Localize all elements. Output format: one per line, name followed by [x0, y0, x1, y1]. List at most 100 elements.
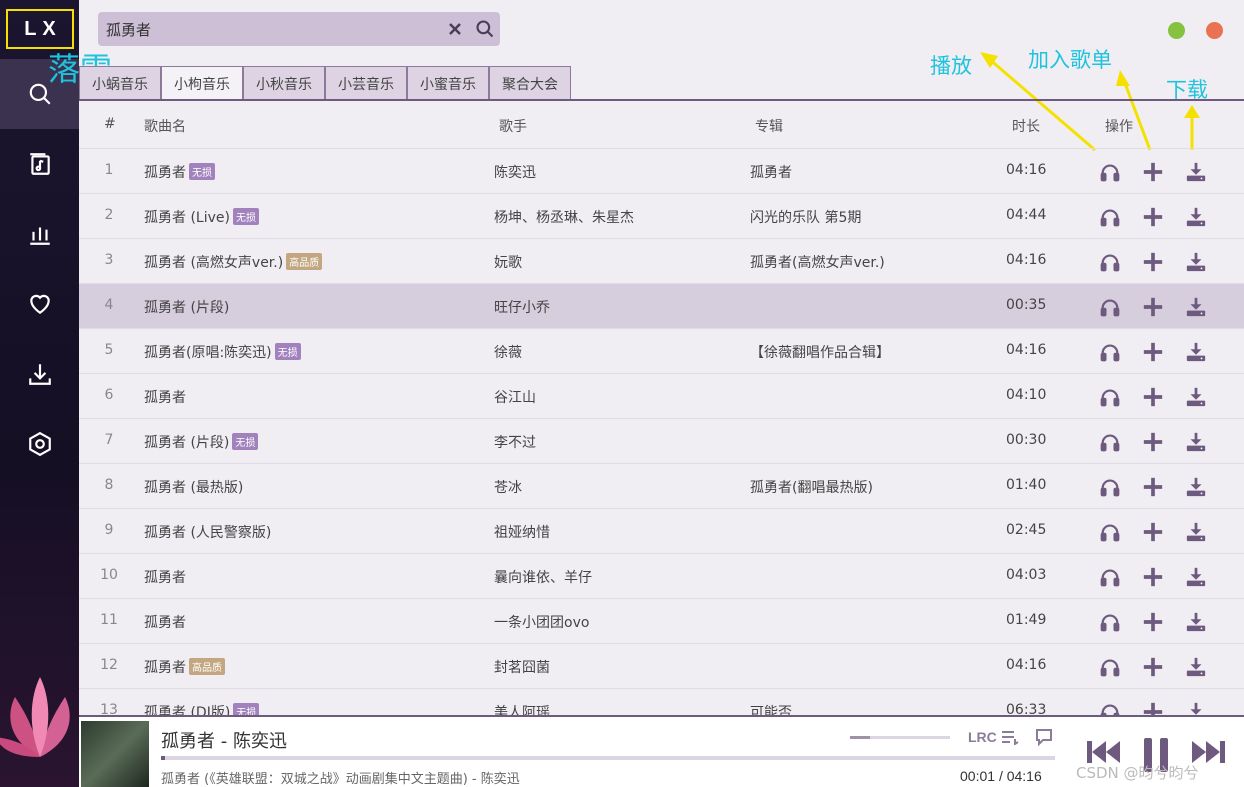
- table-row[interactable]: 4 孤勇者 (片段) 旺仔小乔 00:35: [79, 284, 1244, 329]
- close-window-button[interactable]: [1206, 22, 1223, 39]
- play-button[interactable]: [1099, 161, 1121, 187]
- plus-icon: [1143, 477, 1163, 497]
- play-button[interactable]: [1099, 251, 1121, 277]
- table-row[interactable]: 10 孤勇者 曩向谁依、羊仔 04:03: [79, 554, 1244, 599]
- play-button[interactable]: [1099, 656, 1121, 682]
- lrc-button[interactable]: LRC: [968, 729, 997, 745]
- search-input[interactable]: [98, 12, 440, 46]
- download-button[interactable]: [1185, 431, 1207, 457]
- download-icon: [1186, 567, 1206, 587]
- add-to-playlist-button[interactable]: [1142, 476, 1164, 502]
- play-button[interactable]: [1099, 296, 1121, 322]
- album-cell: 【徐薇翻唱作品合辑】: [750, 345, 890, 361]
- playlist-icon[interactable]: [1001, 729, 1019, 745]
- duration-cell: 04:10: [1006, 387, 1047, 403]
- add-to-playlist-button[interactable]: [1142, 701, 1164, 715]
- download-icon: [1186, 252, 1206, 272]
- table-row[interactable]: 13 孤勇者 (DJ版) 无损 美人阿瑶 可能否 06:33: [79, 689, 1244, 715]
- volume-slider[interactable]: [850, 736, 950, 739]
- minimize-button[interactable]: [1168, 22, 1185, 39]
- add-to-playlist-button[interactable]: [1142, 161, 1164, 187]
- play-button[interactable]: [1099, 206, 1121, 232]
- download-button[interactable]: [1185, 566, 1207, 592]
- table-row[interactable]: 1 孤勇者 无损 陈奕迅 孤勇者 04:16: [79, 149, 1244, 194]
- tab-source-5[interactable]: 聚合大会: [489, 66, 571, 100]
- table-row[interactable]: 2 孤勇者 (Live) 无损 杨坤、杨丞琳、朱星杰 闪光的乐队 第5期 04:44: [79, 194, 1244, 239]
- song-name: 孤勇者 (高燃女声ver.): [144, 255, 284, 271]
- play-button[interactable]: [1099, 431, 1121, 457]
- row-number: 12: [100, 657, 118, 673]
- quality-badge: 无损: [232, 433, 259, 450]
- play-button[interactable]: [1099, 701, 1121, 715]
- header-album: 专辑: [755, 119, 783, 135]
- download-button[interactable]: [1185, 386, 1207, 412]
- table-row[interactable]: 8 孤勇者 (最热版) 苍冰 孤勇者(翻唱最热版) 01:40: [79, 464, 1244, 509]
- headphones-icon: [1100, 434, 1120, 452]
- search-button[interactable]: [470, 12, 500, 46]
- add-to-playlist-button[interactable]: [1142, 521, 1164, 547]
- play-button[interactable]: [1099, 476, 1121, 502]
- add-to-playlist-button[interactable]: [1142, 386, 1164, 412]
- table-row[interactable]: 3 孤勇者 (高燃女声ver.) 高品质 妧歌 孤勇者(高燃女声ver.) 04:16: [79, 239, 1244, 284]
- play-button[interactable]: [1099, 566, 1121, 592]
- sidebar-item-settings[interactable]: [0, 409, 79, 479]
- add-to-playlist-button[interactable]: [1142, 251, 1164, 277]
- table-row[interactable]: 11 孤勇者 一条小团团ovo 01:49: [79, 599, 1244, 644]
- download-button[interactable]: [1185, 476, 1207, 502]
- download-icon: [1186, 477, 1206, 497]
- sidebar-item-favorites[interactable]: [0, 269, 79, 339]
- plus-icon: [1143, 612, 1163, 632]
- tab-source-2[interactable]: 小秋音乐: [243, 66, 325, 100]
- add-to-playlist-button[interactable]: [1142, 431, 1164, 457]
- add-to-playlist-button[interactable]: [1142, 611, 1164, 637]
- download-button[interactable]: [1185, 701, 1207, 715]
- artist-cell: 曩向谁依、羊仔: [494, 570, 592, 586]
- download-button[interactable]: [1185, 296, 1207, 322]
- table-row[interactable]: 6 孤勇者 谷江山 04:10: [79, 374, 1244, 419]
- headphones-icon: [1100, 614, 1120, 632]
- download-button[interactable]: [1185, 656, 1207, 682]
- tab-source-1[interactable]: 小枸音乐: [161, 66, 243, 100]
- tab-source-0[interactable]: 小蜗音乐: [79, 66, 161, 100]
- sidebar-item-downloads[interactable]: [0, 339, 79, 409]
- album-cell: 可能否: [750, 705, 792, 715]
- play-button[interactable]: [1099, 386, 1121, 412]
- play-button[interactable]: [1099, 341, 1121, 367]
- add-to-playlist-button[interactable]: [1142, 566, 1164, 592]
- play-button[interactable]: [1099, 521, 1121, 547]
- download-button[interactable]: [1185, 161, 1207, 187]
- row-actions: [1099, 476, 1207, 502]
- download-icon: [1186, 432, 1206, 452]
- download-button[interactable]: [1185, 251, 1207, 277]
- row-actions: [1099, 296, 1207, 322]
- clear-search-button[interactable]: [440, 12, 470, 46]
- row-number: 5: [104, 342, 114, 358]
- album-cell: 闪光的乐队 第5期: [750, 210, 862, 226]
- download-button[interactable]: [1185, 206, 1207, 232]
- add-to-playlist-button[interactable]: [1142, 656, 1164, 682]
- song-name-cell: 孤勇者: [144, 612, 186, 632]
- duration-cell: 01:40: [1006, 477, 1047, 493]
- download-button[interactable]: [1185, 521, 1207, 547]
- play-button[interactable]: [1099, 611, 1121, 637]
- table-row[interactable]: 5 孤勇者(原唱:陈奕迅) 无损 徐薇 【徐薇翻唱作品合辑】 04:16: [79, 329, 1244, 374]
- song-name: 孤勇者 (最热版): [144, 480, 244, 496]
- sidebar-item-leaderboard[interactable]: [0, 199, 79, 269]
- add-to-playlist-button[interactable]: [1142, 341, 1164, 367]
- progress-bar[interactable]: [161, 756, 1055, 760]
- album-cover[interactable]: [81, 721, 149, 787]
- quality-badge: 无损: [232, 208, 259, 225]
- table-row[interactable]: 9 孤勇者 (人民警察版) 祖娅纳惜 02:45: [79, 509, 1244, 554]
- table-row[interactable]: 7 孤勇者 (片段) 无损 李不过 00:30: [79, 419, 1244, 464]
- download-button[interactable]: [1185, 341, 1207, 367]
- tab-source-3[interactable]: 小芸音乐: [325, 66, 407, 100]
- add-to-playlist-button[interactable]: [1142, 296, 1164, 322]
- sidebar-item-songlist[interactable]: [0, 129, 79, 199]
- album-cell: 孤勇者: [750, 165, 792, 181]
- tab-source-4[interactable]: 小蜜音乐: [407, 66, 489, 100]
- comment-icon[interactable]: [1034, 728, 1054, 746]
- artist-cell: 旺仔小乔: [494, 300, 550, 316]
- add-to-playlist-button[interactable]: [1142, 206, 1164, 232]
- download-button[interactable]: [1185, 611, 1207, 637]
- table-row[interactable]: 12 孤勇者 高品质 封茗囧菌 04:16: [79, 644, 1244, 689]
